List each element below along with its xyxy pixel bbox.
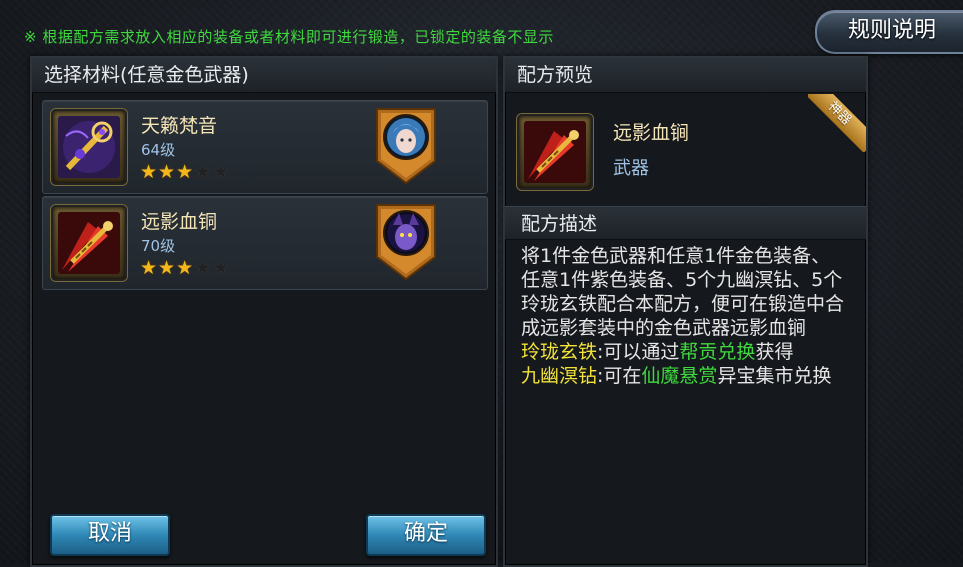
item-level: 64级	[141, 141, 176, 159]
material-panel-title: 选择材料(任意金色武器)	[32, 58, 496, 93]
red-blade-icon	[517, 114, 593, 190]
guild-exchange-link[interactable]: 帮贡兑换	[679, 341, 755, 363]
item-name: 远影血铜	[141, 211, 218, 233]
cancel-button[interactable]: 取消	[50, 514, 170, 556]
material-select-panel: 选择材料(任意金色武器) 天籁梵音 64级 ★★★★★ 远影血铜 70级 ★★★…	[30, 56, 498, 567]
star-rating: ★★★★★	[140, 257, 230, 279]
desc-text: :可在	[597, 365, 642, 387]
golden-staff-icon	[51, 109, 127, 185]
star-filled-icon: ★	[140, 257, 159, 279]
star-rating: ★★★★★	[140, 161, 230, 183]
demon-hero-portrait-icon	[375, 203, 437, 281]
desc-text: 获得	[755, 341, 794, 363]
artifact-ribbon-label: 神器	[808, 94, 866, 152]
material-label: 玲珑玄铁	[521, 341, 598, 363]
recipe-preview-title: 配方预览	[505, 58, 866, 93]
desc-text: :可以通过	[597, 341, 680, 363]
material-label: 九幽溟钻	[521, 365, 598, 387]
forge-notice: ※ 根据配方需求放入相应的装备或者材料即可进行锻造，已锁定的装备不显示	[24, 28, 554, 46]
rules-button[interactable]: 规则说明	[815, 10, 963, 54]
star-empty-icon: ★	[212, 257, 231, 279]
star-empty-icon: ★	[194, 161, 213, 183]
recipe-desc-title: 配方描述	[505, 206, 866, 240]
female-hero-portrait-icon	[375, 107, 437, 185]
star-empty-icon: ★	[212, 161, 231, 183]
star-filled-icon: ★	[140, 161, 159, 183]
star-filled-icon: ★	[158, 161, 177, 183]
star-empty-icon: ★	[194, 257, 213, 279]
confirm-button[interactable]: 确定	[366, 514, 486, 556]
artifact-ribbon: 神器	[808, 94, 866, 152]
recipe-panel: 配方预览 远影血锏 武器 神器 配方描述 将1件金色武器和任意1件金色装备、任意…	[503, 56, 868, 567]
desc-text: 异宝集市兑换	[717, 365, 832, 387]
bounty-link[interactable]: 仙魔悬赏	[641, 365, 717, 387]
red-blade-icon	[51, 205, 127, 281]
preview-item-type: 武器	[613, 158, 649, 179]
recipe-description: 将1件金色武器和任意1件金色装备、任意1件紫色装备、5个九幽溟钻、5个玲珑玄铁配…	[521, 244, 846, 388]
star-filled-icon: ★	[176, 161, 195, 183]
star-filled-icon: ★	[176, 257, 195, 279]
preview-item-name: 远影血锏	[613, 122, 690, 144]
material-item-1[interactable]: 天籁梵音 64级 ★★★★★	[42, 100, 488, 194]
star-filled-icon: ★	[158, 257, 177, 279]
item-name: 天籁梵音	[141, 115, 218, 137]
material-item-2[interactable]: 远影血铜 70级 ★★★★★	[42, 196, 488, 290]
desc-main-text: 将1件金色武器和任意1件金色装备、任意1件紫色装备、5个九幽溟钻、5个玲珑玄铁配…	[521, 245, 845, 339]
item-level: 70级	[141, 237, 176, 255]
